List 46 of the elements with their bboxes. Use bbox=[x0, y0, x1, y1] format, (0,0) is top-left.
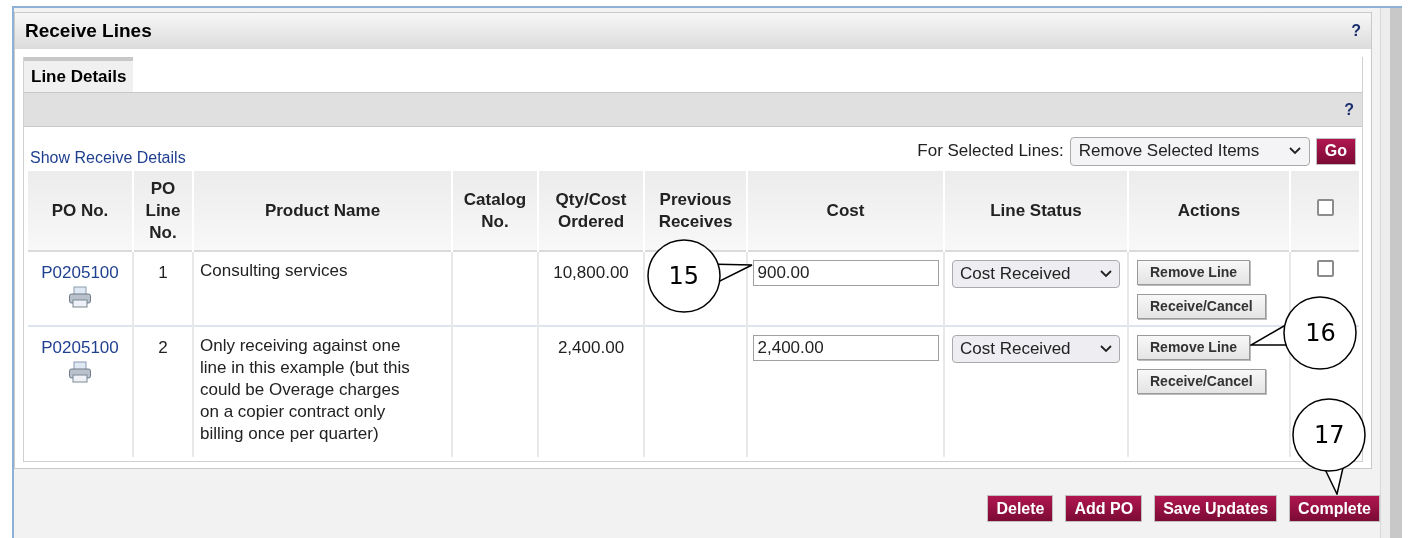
checkbox[interactable] bbox=[1316, 198, 1334, 216]
scrollbar-thumb[interactable] bbox=[1390, 8, 1402, 538]
printer-icon[interactable] bbox=[68, 360, 92, 383]
column-header: Catalog No. bbox=[452, 171, 538, 251]
help-link[interactable]: ? bbox=[1351, 19, 1361, 43]
help-link[interactable]: ? bbox=[1344, 97, 1354, 122]
table-cell: 1 bbox=[158, 263, 168, 282]
column-header: Product Name bbox=[193, 171, 452, 251]
footer-button[interactable]: Add PO bbox=[1065, 495, 1143, 522]
column-header: PO Line No. bbox=[133, 171, 193, 251]
column-header: PO No. bbox=[28, 171, 133, 251]
go-button[interactable]: Go bbox=[1315, 137, 1356, 165]
table-cell: 2 bbox=[158, 338, 168, 357]
column-header: Qty/Cost Ordered bbox=[538, 171, 644, 251]
line-status-select[interactable]: Cost Received bbox=[952, 335, 1120, 363]
chevron-down-icon bbox=[1100, 270, 1112, 278]
footer-button[interactable]: Save Updates bbox=[1154, 495, 1278, 522]
line-status-select[interactable]: Cost Received bbox=[952, 260, 1120, 288]
action-button[interactable]: Remove Line bbox=[1137, 260, 1251, 285]
checkbox[interactable] bbox=[1316, 260, 1334, 277]
chevron-down-icon bbox=[1288, 147, 1301, 155]
action-button[interactable]: Receive/Cancel bbox=[1137, 369, 1266, 394]
po-link[interactable]: P0205100 bbox=[41, 335, 119, 361]
callout-number: 15 bbox=[668, 264, 700, 288]
table-cell: 2,400.00 bbox=[557, 338, 625, 357]
table-cell-text: Consulting services bbox=[200, 260, 349, 282]
callout-number: 16 bbox=[1305, 321, 1336, 345]
action-button[interactable]: Remove Line bbox=[1137, 335, 1251, 360]
column-header: Line Status bbox=[944, 171, 1128, 251]
callout-number: 17 bbox=[1314, 423, 1345, 447]
column-header: Actions bbox=[1128, 171, 1290, 251]
printer-icon[interactable] bbox=[68, 285, 92, 308]
column-header: Cost bbox=[747, 171, 944, 251]
cost-field[interactable]: 2,400.00 bbox=[752, 335, 939, 361]
tab[interactable]: Line Details bbox=[24, 57, 134, 92]
show-details-link[interactable]: Show Receive Details bbox=[30, 146, 186, 170]
po-link[interactable]: P0205100 bbox=[41, 260, 119, 286]
table-cell: 10,800.00 bbox=[553, 263, 629, 282]
panel-title: Receive Lines bbox=[25, 18, 152, 43]
bulk-action-select[interactable]: Remove Selected Items bbox=[1069, 136, 1310, 166]
footer-button[interactable]: Complete bbox=[1289, 495, 1380, 522]
table-cell-text: Only receiving against one line in this example (but this could be Overage charges on a copier contract only billing once per quarter) bbox=[200, 335, 411, 445]
chevron-down-icon bbox=[1100, 345, 1112, 353]
footer-button[interactable]: Delete bbox=[987, 495, 1054, 522]
action-button[interactable]: Receive/Cancel bbox=[1137, 294, 1266, 319]
bulk-action-label: For Selected Lines: bbox=[917, 140, 1064, 163]
